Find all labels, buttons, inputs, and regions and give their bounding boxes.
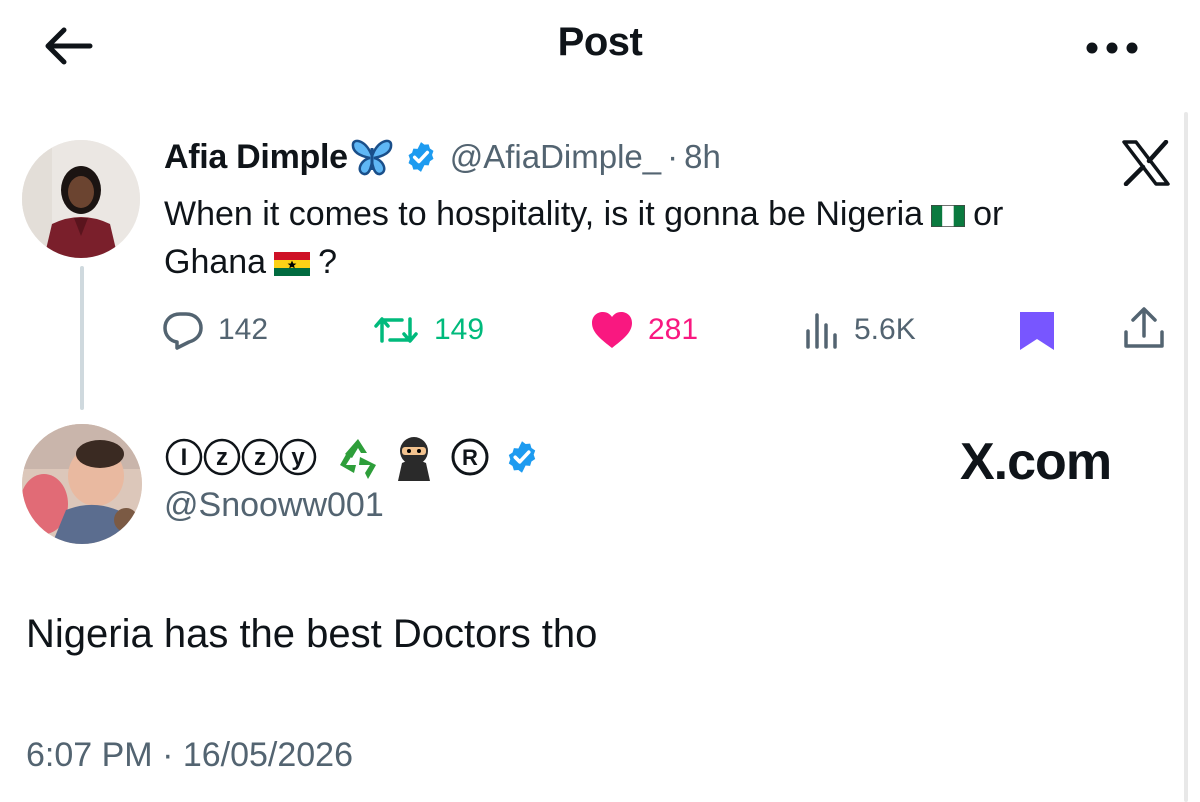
x-logo-icon[interactable] <box>1120 140 1172 186</box>
views-count: 5.6K <box>854 313 916 346</box>
nigeria-flag-icon <box>931 205 966 228</box>
tweet-text-part: or <box>973 195 1004 233</box>
reply-count: 142 <box>218 313 269 346</box>
handle[interactable]: @Snooww001 <box>164 486 384 525</box>
separator-dot: · <box>667 138 679 175</box>
bookmark-button[interactable] <box>1016 306 1060 354</box>
display-name[interactable]: Afia Dimple <box>164 138 348 177</box>
repost-count: 149 <box>434 313 485 346</box>
handle[interactable]: @AfiaDimple_ <box>450 138 661 176</box>
avatar[interactable] <box>22 424 142 544</box>
display-name[interactable]: Izzy <box>164 435 320 479</box>
quoted-tweet-header: Afia Dimple @AfiaDimple_ · 8h <box>164 133 721 181</box>
svg-text:z: z <box>254 444 266 471</box>
thread-line <box>80 266 84 410</box>
tweet-text-part: When it comes to hospitality, is it gonn… <box>164 195 924 233</box>
tweet-timestamp[interactable]: 6:07 PM · 16/05/2026 <box>26 736 353 775</box>
repost-icon <box>374 317 418 343</box>
scrollbar[interactable] <box>1184 112 1188 802</box>
verified-badge-icon <box>504 439 540 475</box>
tweet-text-part: Ghana <box>164 243 267 281</box>
avatar[interactable] <box>22 140 140 258</box>
quoted-tweet-text: When it comes to hospitality, is it gonn… <box>164 190 1174 286</box>
views-button[interactable]: 5.6K <box>804 306 916 354</box>
repost-button[interactable]: 149 <box>372 306 484 354</box>
verified-badge-icon <box>404 140 438 174</box>
svg-text:y: y <box>291 444 305 471</box>
views-bar-chart-icon <box>806 313 837 349</box>
share-button[interactable] <box>1120 304 1168 354</box>
reply-icon <box>163 312 203 350</box>
more-horizontal-icon <box>1086 42 1138 54</box>
like-count: 281 <box>648 313 699 346</box>
reply-tweet-text: Nigeria has the best Doctors tho <box>26 612 598 656</box>
svg-text:R: R <box>462 445 478 470</box>
more-button[interactable] <box>1080 28 1144 68</box>
butterfly-icon <box>350 138 394 176</box>
page-title: Post <box>557 20 643 64</box>
heart-filled-icon <box>592 312 632 348</box>
bookmark-filled-icon <box>1020 312 1054 350</box>
registered-icon: R <box>450 437 490 477</box>
x-com-watermark: X.com <box>960 433 1112 491</box>
like-button[interactable]: 281 <box>590 306 698 354</box>
tweet-text-part: ? <box>318 243 338 281</box>
share-upload-icon <box>1124 307 1164 348</box>
recycle-icon <box>334 435 382 479</box>
reply-tweet-header: Izzy R <box>164 432 540 482</box>
ninja-icon <box>390 433 438 481</box>
circled-letters-name: Izzy <box>165 438 317 476</box>
svg-text:I: I <box>181 444 188 471</box>
reply-button[interactable]: 142 <box>162 306 268 354</box>
tweet-age[interactable]: 8h <box>684 138 721 176</box>
ghana-flag-icon <box>274 252 311 277</box>
svg-text:z: z <box>216 444 228 471</box>
